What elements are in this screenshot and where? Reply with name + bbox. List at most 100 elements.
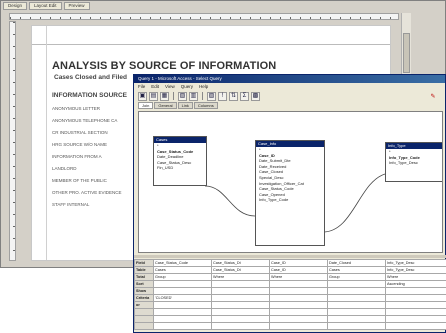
save-icon[interactable]: ▣ [138,91,147,101]
report-title[interactable]: ANALYSIS BY SOURCE OF INFORMATION [52,60,276,72]
table-box-case-info[interactable]: Case_Info * Case_ID Date_Submit_Dte Date… [255,140,325,246]
menu-help[interactable]: Help [199,83,208,90]
tab-join[interactable]: Join [138,102,154,109]
window-title-bar[interactable]: Query 1 - Microsoft Access - Select Quer… [134,75,445,83]
grid-cell[interactable] [327,287,386,295]
tab-general[interactable]: General [154,102,177,109]
grid-row-label[interactable]: Field [134,259,154,267]
grid-cell[interactable] [385,322,446,330]
grid-cell[interactable]: Case_ID [269,259,328,267]
table-field[interactable]: Info_Type_Code [256,197,324,203]
print-icon[interactable]: ▦ [160,91,169,101]
tab-link[interactable]: Link [177,102,193,109]
grid-cell[interactable]: Case_Status_Dt [211,266,270,274]
run-icon[interactable]: ! [218,91,227,101]
grid-cell[interactable] [269,308,328,316]
grid-cell[interactable] [327,294,386,302]
join-line[interactable] [204,185,256,217]
grid-cell[interactable] [269,280,328,288]
grid-cell[interactable]: Case_Status_Code [153,259,212,267]
grid-row-label[interactable] [134,315,154,323]
grid-cell[interactable] [211,301,270,309]
grid-cell[interactable] [153,287,212,295]
grid-cell[interactable] [327,301,386,309]
grid-row-label[interactable]: Show [134,287,154,295]
scrollbar-thumb[interactable] [403,33,410,73]
grid-cell[interactable]: Case_Status_Dt [211,259,270,267]
grid-cell[interactable] [385,287,446,295]
report-row[interactable]: OTHER PRO. ACTIVE EVIDENCE [52,190,122,195]
menu-query[interactable]: Query [181,83,193,90]
grid-cell[interactable] [153,322,212,330]
grid-cell[interactable]: 'CLOSED' [153,294,212,302]
menu-file[interactable]: File [138,83,145,90]
properties-icon[interactable]: ▧ [178,91,187,101]
report-subtitle[interactable]: Cases Closed and Filed [54,74,127,81]
grid-cell[interactable] [385,315,446,323]
table-box-cases[interactable]: Cases * Case_Status_Code Date_Deadline C… [153,136,207,186]
grid-cell[interactable]: Info_Type_Desc [385,266,446,274]
join-line[interactable] [322,173,386,233]
grid-row-label[interactable]: Table [134,266,154,274]
report-row[interactable]: LANDLORD [52,166,77,171]
grid-row-label[interactable] [134,322,154,330]
new-icon[interactable]: ▤ [149,91,158,101]
grid-cell[interactable]: Info_Type_Desc [385,259,446,267]
grid-cell[interactable]: Where [385,273,446,281]
grid-cell[interactable] [211,322,270,330]
grid-cell[interactable] [153,308,212,316]
grid-cell[interactable] [153,315,212,323]
pane-splitter[interactable] [134,255,446,258]
grid-cell[interactable] [269,287,328,295]
grid-cell[interactable] [153,301,212,309]
grid-cell[interactable] [211,294,270,302]
totals-icon[interactable]: Σ [240,91,249,101]
grid-cell[interactable]: Where [269,273,328,281]
report-row[interactable]: STAFF INTERNAL [52,202,89,207]
sort-icon[interactable]: ⇅ [229,91,238,101]
report-row[interactable]: ANONYMOUS TELEPHONE CA [52,118,117,123]
grid-cell[interactable] [269,315,328,323]
report-row[interactable]: HRG SOURCE W/O NAME [52,142,107,147]
grid-cell[interactable] [269,301,328,309]
column-header[interactable]: INFORMATION SOURCE [52,92,127,99]
grid-cell[interactable] [211,287,270,295]
grid-cell[interactable] [327,308,386,316]
grid-cell[interactable] [211,315,270,323]
grid-cell[interactable] [327,280,386,288]
grid-cell[interactable] [385,294,446,302]
tab-columns[interactable]: Columns [193,102,218,109]
tab-design[interactable]: Design [3,2,28,10]
grid-cell[interactable]: Cases [327,266,386,274]
grid-row-label[interactable]: Criteria [134,294,154,302]
grid-cell[interactable]: Group [327,273,386,281]
report-row[interactable]: ANONYMOUS LETTER [52,106,100,111]
grid-cell[interactable] [211,308,270,316]
grid-cell[interactable] [153,280,212,288]
grid-cell[interactable]: Ascending [385,280,446,288]
grid-cell[interactable]: Case_ID [269,266,328,274]
grid-cell[interactable] [269,294,328,302]
report-row[interactable]: INFORMATION FROM A [52,154,102,159]
grid-row-label[interactable] [134,308,154,316]
grid-row-label[interactable]: or [134,301,154,309]
grid-cell[interactable] [327,322,386,330]
grid-cell[interactable] [211,280,270,288]
menu-view[interactable]: View [165,83,175,90]
table-field[interactable]: Info_Type_Desc [386,160,442,166]
grid-cell[interactable]: Where [211,273,270,281]
grid-cell[interactable] [269,322,328,330]
grid-cell[interactable]: Group [153,273,212,281]
grid-cell[interactable]: Date_Closed [327,259,386,267]
query-designer-window[interactable]: Query 1 - Microsoft Access - Select Quer… [133,74,446,333]
grid-cell[interactable]: Cases [153,266,212,274]
grid-row-label[interactable]: Sort [134,280,154,288]
menu-edit[interactable]: Edit [151,83,159,90]
report-row[interactable]: MEMBER OF THE PUBLIC [52,178,107,183]
grid-cell[interactable] [385,301,446,309]
query-design-grid[interactable]: Field Case_Status_Code Case_Status_Dt Case_… [134,259,446,330]
table-field[interactable]: Fin_USD [154,165,206,171]
report-row[interactable]: CR INDUSTRIAL SECTION [52,130,108,135]
view-icon[interactable]: ▩ [251,91,260,101]
tab-preview[interactable]: Preview [63,2,90,10]
